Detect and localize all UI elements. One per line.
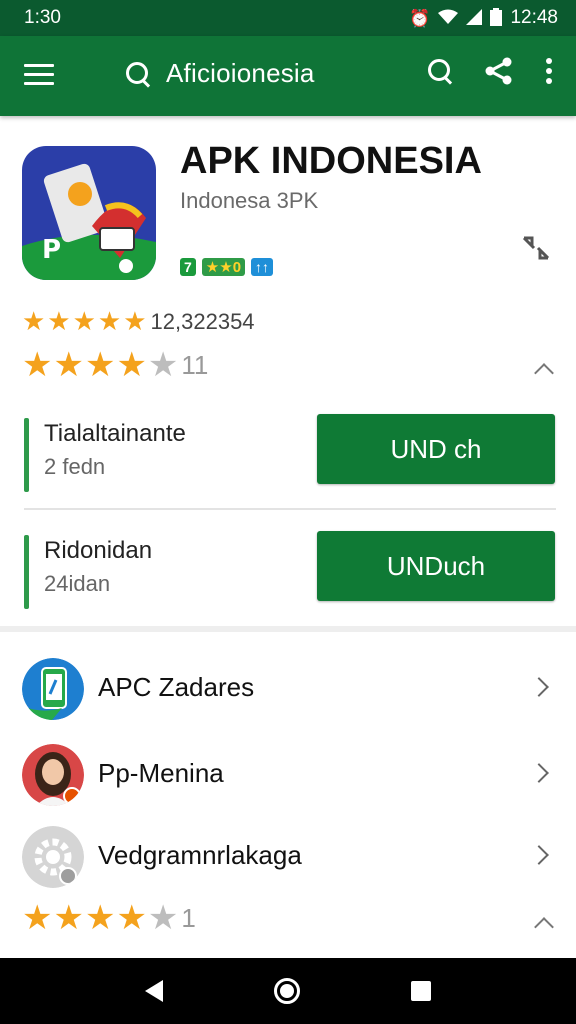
chevron-right-icon: [532, 764, 550, 782]
row-accent: [24, 418, 29, 492]
battery-icon: [490, 7, 503, 29]
download-title: Tialaltainante: [44, 420, 186, 447]
list-item[interactable]: APC Zadares: [0, 658, 576, 740]
download-subtitle: 2 fedn: [44, 454, 106, 479]
download-button[interactable]: UND ch: [317, 414, 555, 484]
app-name: APK INDONESIA: [180, 140, 482, 182]
app-bar: Aficioionesia: [0, 36, 576, 116]
rating-stars-bottom: ★★★★★ 1: [22, 898, 196, 938]
stars-badge: ★★0: [201, 258, 246, 276]
rating-badge: 7: [180, 258, 196, 276]
download-subtitle: 24idan: [44, 571, 111, 596]
rating-number: 11: [181, 349, 209, 380]
row-accent: [24, 535, 29, 609]
app-logo-icon: P: [22, 146, 156, 280]
download-title: Ridonidan: [44, 537, 153, 564]
app-phone-icon: [22, 658, 84, 720]
divider: [24, 508, 556, 510]
search-icon: [124, 60, 152, 88]
star-rating: ★★★★★: [22, 899, 180, 937]
status-clock: 12:48: [510, 7, 558, 28]
download-button[interactable]: UNDuch: [317, 531, 555, 601]
rating-stars: ★★★★★: [22, 306, 149, 336]
rating-stars-large: ★★★★★ 11: [22, 345, 208, 385]
alarm-icon: ⏰: [409, 8, 431, 28]
status-time: 1:30: [24, 7, 61, 28]
home-icon[interactable]: [273, 978, 300, 1004]
rating-summary: ★★★★★ 12,322354: [22, 306, 255, 337]
system-nav-bar: [0, 958, 576, 1024]
list-item-label: Vedgramnrlakaga: [98, 840, 302, 870]
app-developer[interactable]: Indonesa 3PK: [180, 188, 318, 214]
app-badges: 7 ★★0 ↑↑: [180, 258, 274, 276]
rating-number: 1: [181, 902, 196, 933]
chevron-right-icon: [532, 846, 550, 864]
chevron-right-icon: [532, 678, 550, 696]
signal-icon: [466, 8, 483, 28]
collapse-icon[interactable]: [534, 360, 554, 380]
download-row: Ridonidan 24idan UNDuch: [0, 531, 576, 621]
list-item-label: APC Zadares: [98, 672, 255, 702]
rating-count: 12,322354: [150, 308, 255, 334]
menu-icon[interactable]: [24, 64, 54, 88]
list-item[interactable]: Pp-Menina: [0, 744, 576, 826]
recent-apps-icon[interactable]: [410, 981, 431, 1001]
search-icon[interactable]: [426, 57, 454, 85]
app-bar-search[interactable]: Aficioionesia: [124, 58, 315, 89]
editors-choice-badge: ↑↑: [251, 258, 274, 276]
svg-text:P: P: [42, 235, 61, 265]
wifi-icon: [438, 9, 459, 28]
collapse-icon[interactable]: [534, 914, 554, 934]
star-rating: ★★★★★: [22, 346, 180, 384]
list-item-label: Pp-Menina: [98, 758, 224, 788]
download-row: Tialaltainante 2 fedn UND ch: [0, 414, 576, 504]
more-icon[interactable]: [544, 56, 554, 86]
status-bar: 1:30 ⏰ 12:48: [0, 0, 576, 36]
back-icon[interactable]: [145, 980, 164, 1002]
share-icon[interactable]: [484, 56, 514, 86]
list-item[interactable]: Vedgramnrlakaga: [0, 826, 576, 908]
section-divider: [0, 626, 576, 632]
compare-icon[interactable]: [520, 234, 552, 269]
gear-icon: [22, 826, 84, 888]
user-avatar-icon: [22, 744, 84, 806]
app-bar-title: Aficioionesia: [166, 58, 315, 88]
